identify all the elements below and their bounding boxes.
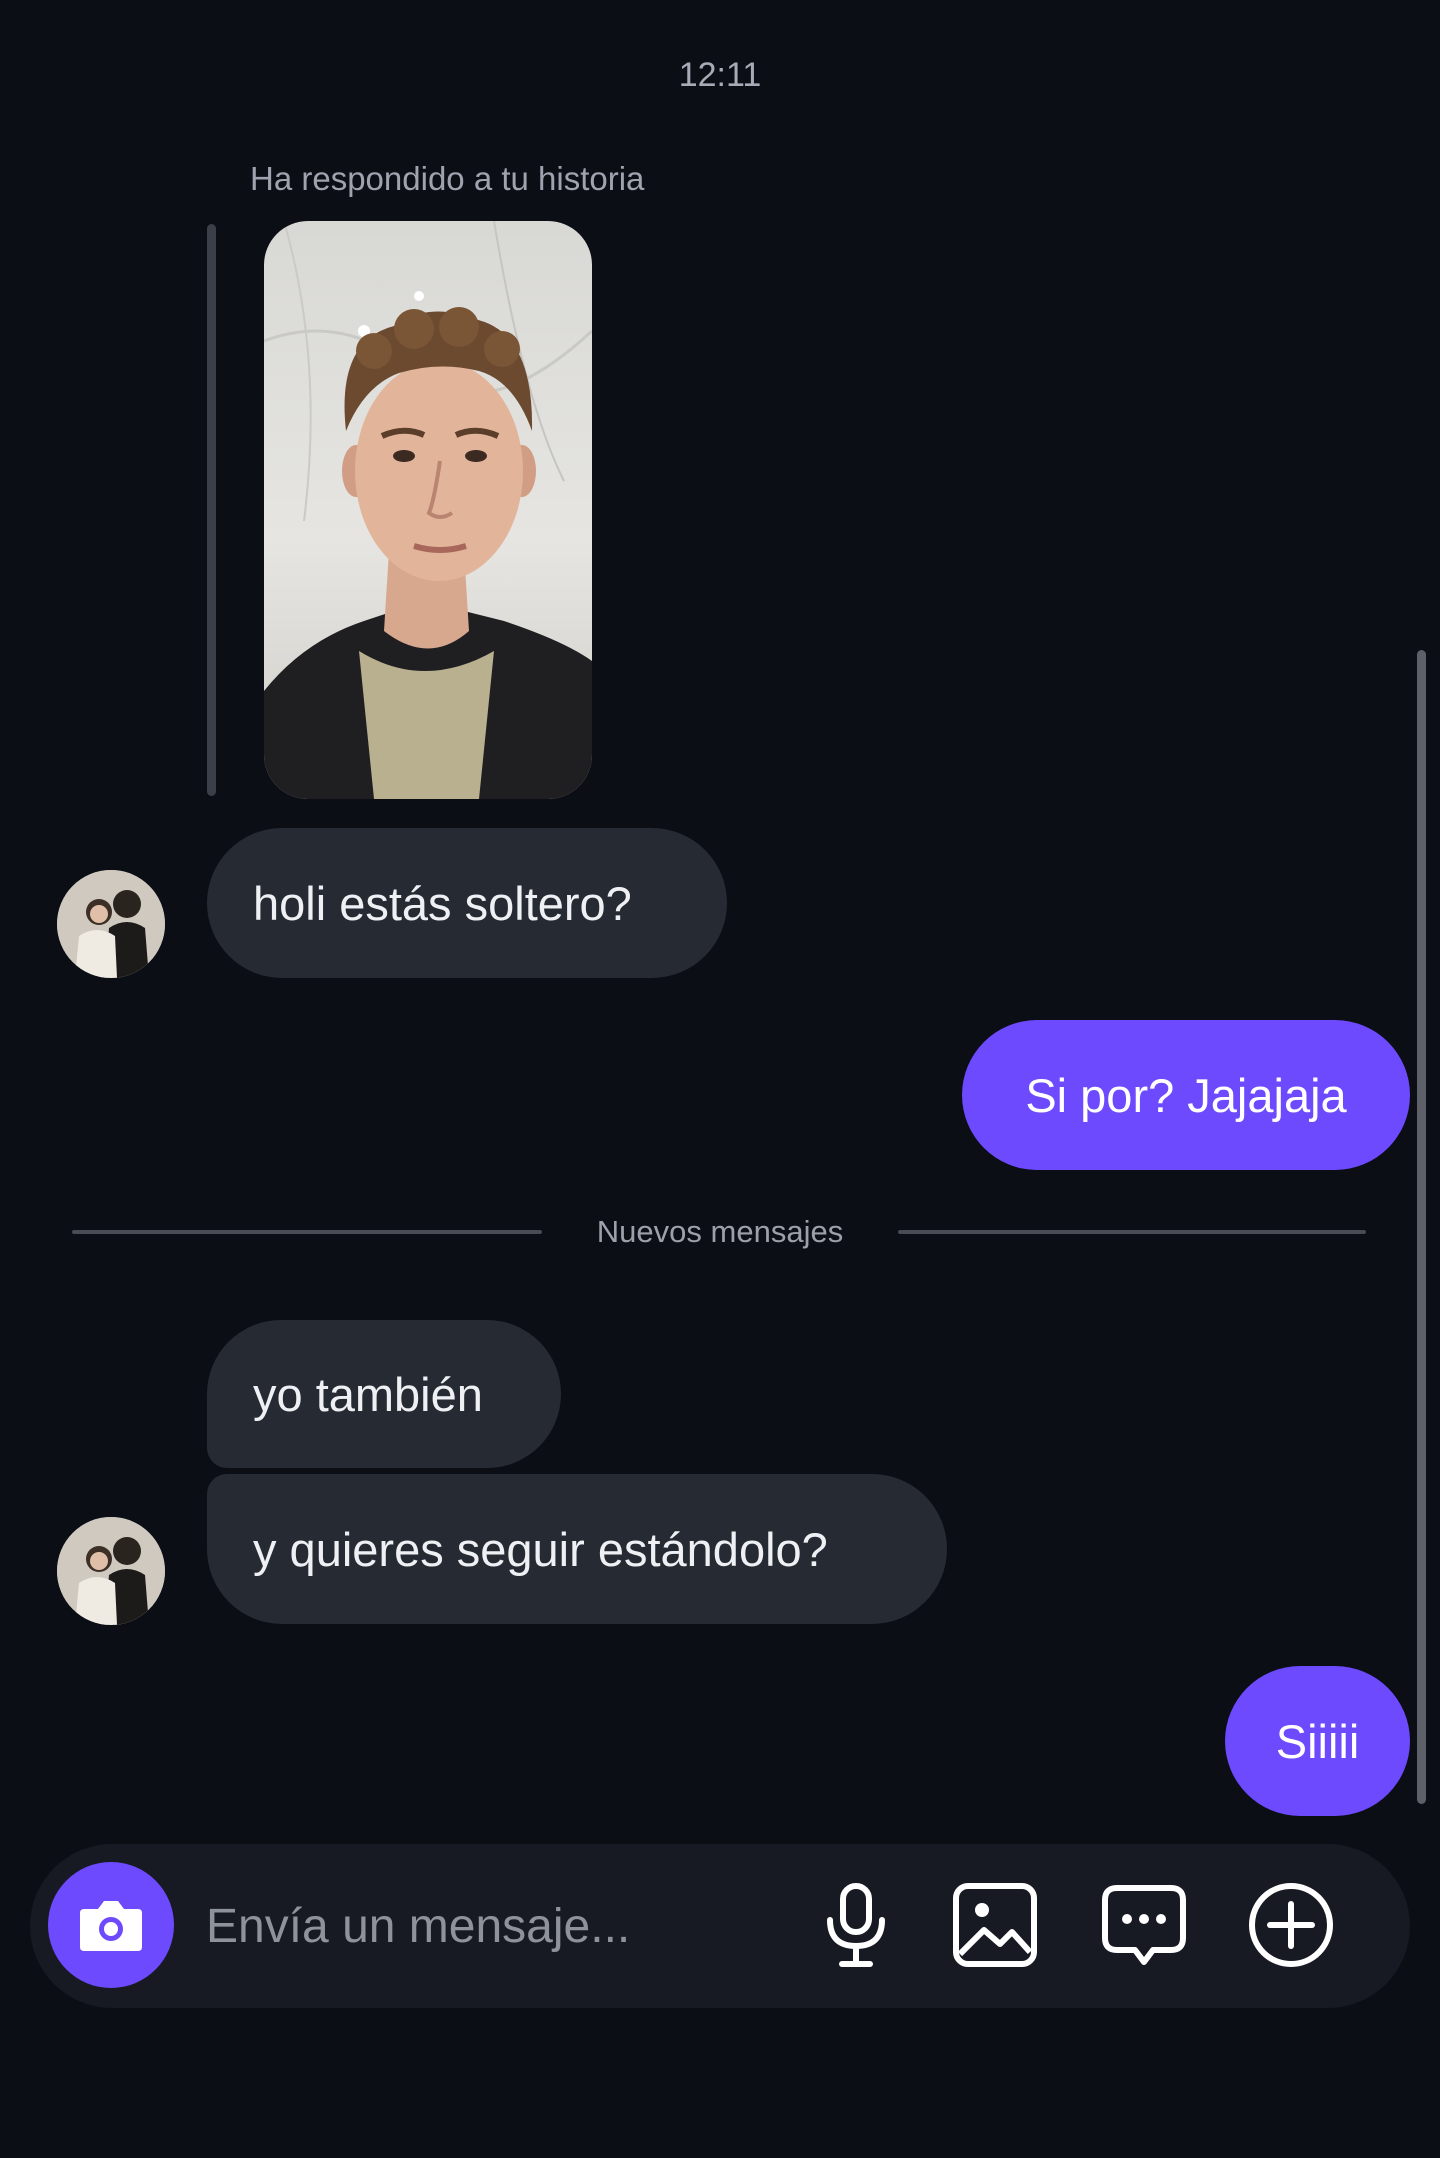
reply-indicator-bar xyxy=(207,224,216,796)
message-text: Si por? Jajajaja xyxy=(1025,1068,1347,1122)
more-button[interactable] xyxy=(1243,1877,1339,1973)
message-text: Siiiii xyxy=(1275,1714,1360,1768)
message-input[interactable] xyxy=(206,1886,766,1966)
divider-line-left xyxy=(72,1230,542,1234)
story-photo xyxy=(264,221,592,799)
story-reply-label: Ha respondido a tu historia xyxy=(250,160,645,197)
new-messages-divider: Nuevos mensajes xyxy=(596,1214,844,1249)
sticker-icon xyxy=(1102,1885,1186,1965)
incoming-message-bubble[interactable]: holi estás soltero? xyxy=(207,828,727,978)
chat-scrollbar[interactable] xyxy=(1417,650,1426,1804)
message-text: holi estás soltero? xyxy=(253,876,632,930)
outgoing-message-bubble[interactable]: Si por? Jajajaja xyxy=(962,1020,1410,1170)
sticker-button[interactable] xyxy=(1096,1877,1192,1973)
gallery-icon xyxy=(953,1883,1037,1967)
microphone-button[interactable] xyxy=(808,1877,904,1973)
microphone-icon xyxy=(827,1883,885,1967)
incoming-message-bubble[interactable]: yo también xyxy=(207,1320,561,1468)
gallery-button[interactable] xyxy=(947,1877,1043,1973)
camera-icon xyxy=(80,1901,142,1951)
sender-avatar[interactable] xyxy=(57,870,165,978)
avatar-photo xyxy=(57,1517,165,1625)
message-text: yo también xyxy=(253,1367,483,1421)
message-text: y quieres seguir estándolo? xyxy=(253,1522,828,1576)
story-thumbnail[interactable] xyxy=(264,221,592,799)
outgoing-message-bubble[interactable]: Siiiii xyxy=(1225,1666,1410,1816)
sender-avatar[interactable] xyxy=(57,1517,165,1625)
incoming-message-bubble[interactable]: y quieres seguir estándolo? xyxy=(207,1474,947,1624)
avatar-photo xyxy=(57,870,165,978)
camera-button[interactable] xyxy=(48,1862,174,1988)
message-timestamp: 12:11 xyxy=(678,56,762,94)
divider-line-right xyxy=(898,1230,1366,1234)
plus-icon xyxy=(1249,1883,1333,1967)
